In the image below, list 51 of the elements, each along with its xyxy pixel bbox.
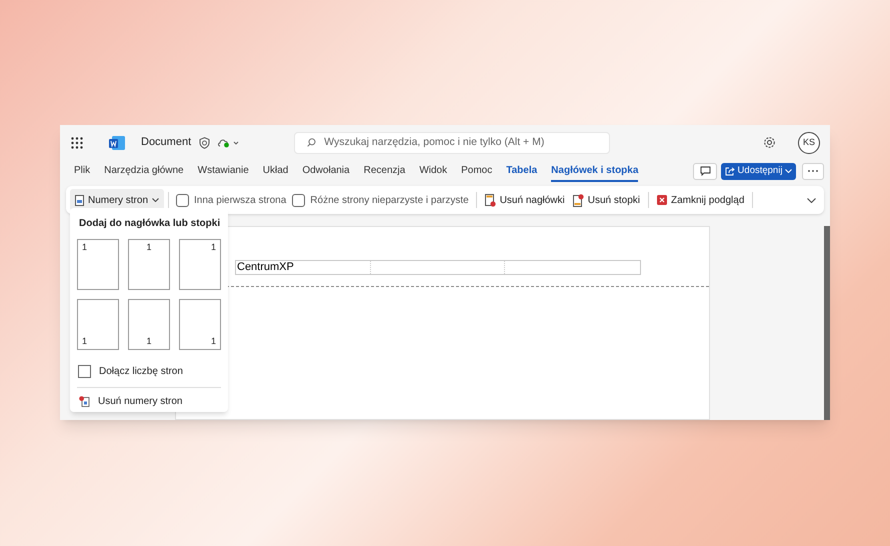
share-icon (724, 166, 735, 176)
page-number-position-option[interactable]: 1 (77, 239, 119, 290)
page-number-icon (75, 194, 84, 206)
app-launcher-icon[interactable] (71, 136, 83, 148)
remove-page-number-icon (79, 396, 90, 407)
ribbon-button[interactable]: Zamknij podgląd (653, 192, 748, 208)
chevron-down-icon[interactable] (807, 198, 816, 202)
user-avatar[interactable]: KS (798, 132, 820, 154)
document-title[interactable]: Document (141, 134, 192, 151)
page-number-position-option[interactable]: 1 (179, 239, 221, 290)
checkbox-label[interactable]: Dołącz liczbę stron (99, 364, 183, 379)
page-number-position-option[interactable]: 1 (77, 299, 119, 350)
menu-tab[interactable]: Pomoc (461, 160, 492, 182)
scrollbar[interactable] (824, 226, 830, 420)
page-number-position-option[interactable]: 1 (128, 239, 170, 290)
menu-tab[interactable]: Widok (419, 160, 448, 182)
close-icon (657, 195, 667, 205)
header-text[interactable]: CentrumXP (236, 261, 371, 274)
search-field[interactable]: Wyszukaj narzędzia, pomoc i nie tylko (Alt + M) (294, 132, 610, 154)
menu-tab[interactable]: Układ (262, 160, 288, 182)
share-button[interactable]: Udostępnij (721, 162, 796, 180)
remove-page-numbers-item[interactable]: Usuń numery stron (79, 394, 221, 409)
menu-tab[interactable]: Narzędzia główne (104, 160, 184, 182)
page-number-position-option[interactable]: 1 (179, 299, 221, 350)
chevron-down-icon (785, 169, 792, 173)
remove-footer-icon (572, 194, 584, 206)
shield-icon[interactable] (199, 136, 210, 148)
menu-tab[interactable]: Tabela (506, 160, 538, 182)
remove-header-icon (484, 194, 496, 206)
menu-tab[interactable]: Nagłówek i stopka (551, 160, 638, 182)
checkbox-label[interactable]: Inna pierwsza strona (194, 192, 286, 208)
cloud-saved-icon[interactable] (218, 138, 240, 148)
settings-icon[interactable] (763, 136, 776, 149)
menu-title: Dodaj do nagłówka lub stopki (79, 217, 221, 231)
more-options-button[interactable] (802, 162, 824, 180)
checkbox[interactable] (292, 194, 306, 206)
chevron-down-icon (152, 198, 160, 202)
search-icon (307, 138, 316, 147)
checkbox-label[interactable]: Różne strony nieparzyste i parzyste (310, 192, 469, 208)
page-number-position-option[interactable]: 1 (128, 299, 170, 350)
menu-tab[interactable]: Recenzja (364, 160, 406, 182)
checkbox[interactable] (176, 194, 190, 206)
checkbox[interactable] (78, 365, 91, 378)
comment-icon (700, 166, 710, 176)
ribbon-button[interactable]: Usuń stopki (568, 192, 644, 208)
word-logo-icon (109, 136, 125, 150)
comments-button[interactable] (693, 162, 717, 180)
ribbon-button[interactable]: Usuń nagłówki (480, 192, 569, 208)
menu-tab[interactable]: Plik (74, 160, 90, 182)
menu-tab[interactable]: Wstawianie (198, 160, 249, 182)
menu-tab[interactable]: Odwołania (302, 160, 350, 182)
